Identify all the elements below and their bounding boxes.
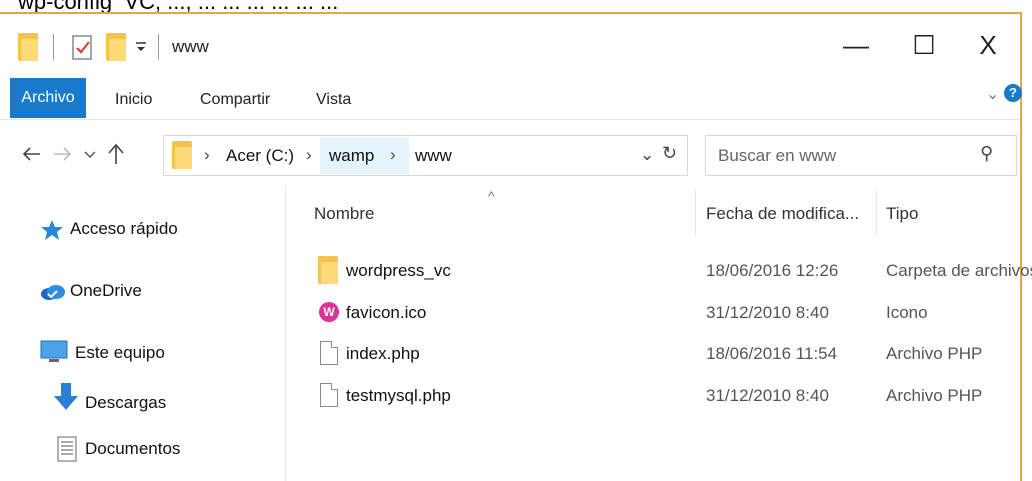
file-type: Archivo PHP [886, 386, 983, 405]
breadcrumb-acer[interactable]: Acer (C:) [226, 146, 294, 166]
breadcrumb-separator: › [204, 145, 210, 164]
file-icon [320, 341, 338, 365]
up-arrow-icon[interactable] [106, 142, 126, 166]
address-dropdown-button[interactable]: ⌄ [640, 145, 654, 165]
new-folder-icon[interactable] [106, 33, 126, 61]
nav-descargas[interactable]: Descargas [85, 393, 166, 413]
file-name[interactable]: wordpress_vc [346, 261, 451, 281]
file-type: Carpeta de archivos [886, 261, 1032, 280]
file-name[interactable]: testmysql.php [346, 386, 451, 406]
minimize-button[interactable]: — [836, 30, 876, 60]
tab-archivo[interactable]: Archivo [10, 78, 86, 118]
nav-este-equipo[interactable]: Este equipo [75, 343, 165, 363]
divider [158, 34, 159, 60]
nav-acceso-rapido[interactable]: Acceso rápido [70, 219, 178, 239]
breadcrumb-separator: › [390, 145, 396, 164]
folder-icon[interactable] [18, 33, 38, 61]
column-divider [695, 190, 696, 236]
wamp-icon: W [319, 302, 339, 322]
breadcrumb-separator: › [306, 145, 312, 164]
column-tipo[interactable]: Tipo [886, 204, 918, 224]
forward-arrow-icon[interactable] [52, 143, 74, 165]
cloud-icon [41, 285, 65, 300]
sort-indicator: ^ [488, 188, 495, 204]
column-divider [876, 190, 877, 236]
file-type: Archivo PHP [886, 344, 983, 363]
svg-text:W: W [323, 305, 335, 319]
column-fecha[interactable]: Fecha de modifica... [706, 204, 859, 224]
ribbon-tabs [0, 77, 1020, 120]
divider [53, 34, 54, 60]
folder-icon [318, 256, 338, 284]
nav-documentos[interactable]: Documentos [85, 439, 180, 459]
search-icon[interactable]: ⚲ [980, 143, 993, 164]
expand-ribbon-button[interactable]: ⌄ [986, 84, 999, 104]
document-icon [57, 436, 77, 462]
tab-inicio[interactable]: Inicio [115, 88, 152, 112]
file-name[interactable]: index.php [346, 344, 420, 364]
monitor-icon [40, 340, 68, 362]
file-date: 18/06/2016 11:54 [706, 344, 838, 363]
file-date: 18/06/2016 12:26 [706, 261, 839, 280]
star-icon [41, 220, 63, 240]
close-button[interactable]: X [968, 30, 1008, 60]
properties-icon[interactable] [70, 34, 96, 62]
nav-onedrive[interactable]: OneDrive [70, 281, 142, 301]
back-arrow-icon[interactable] [20, 143, 42, 165]
download-arrow-icon [54, 383, 78, 410]
file-type: Icono [886, 303, 928, 322]
file-date: 31/12/2010 8:40 [706, 386, 829, 405]
search-placeholder: Buscar en www [718, 146, 837, 165]
folder-icon [172, 141, 192, 169]
recent-locations-icon[interactable] [84, 150, 96, 160]
customize-toolbar-icon[interactable] [134, 40, 148, 54]
maximize-button[interactable]: ☐ [904, 30, 944, 60]
help-button[interactable]: ? [1004, 84, 1022, 102]
refresh-button[interactable]: ↻ [662, 143, 677, 164]
tab-vista[interactable]: Vista [316, 88, 351, 112]
file-date: 31/12/2010 8:40 [706, 303, 829, 322]
breadcrumb-www[interactable]: www [415, 146, 452, 166]
window-title: www [172, 37, 209, 56]
column-nombre[interactable]: Nombre [314, 204, 374, 224]
file-icon [320, 383, 338, 407]
tab-compartir[interactable]: Compartir [200, 88, 270, 112]
file-name[interactable]: favicon.ico [346, 303, 426, 323]
breadcrumb-wamp[interactable]: wamp [329, 146, 374, 166]
